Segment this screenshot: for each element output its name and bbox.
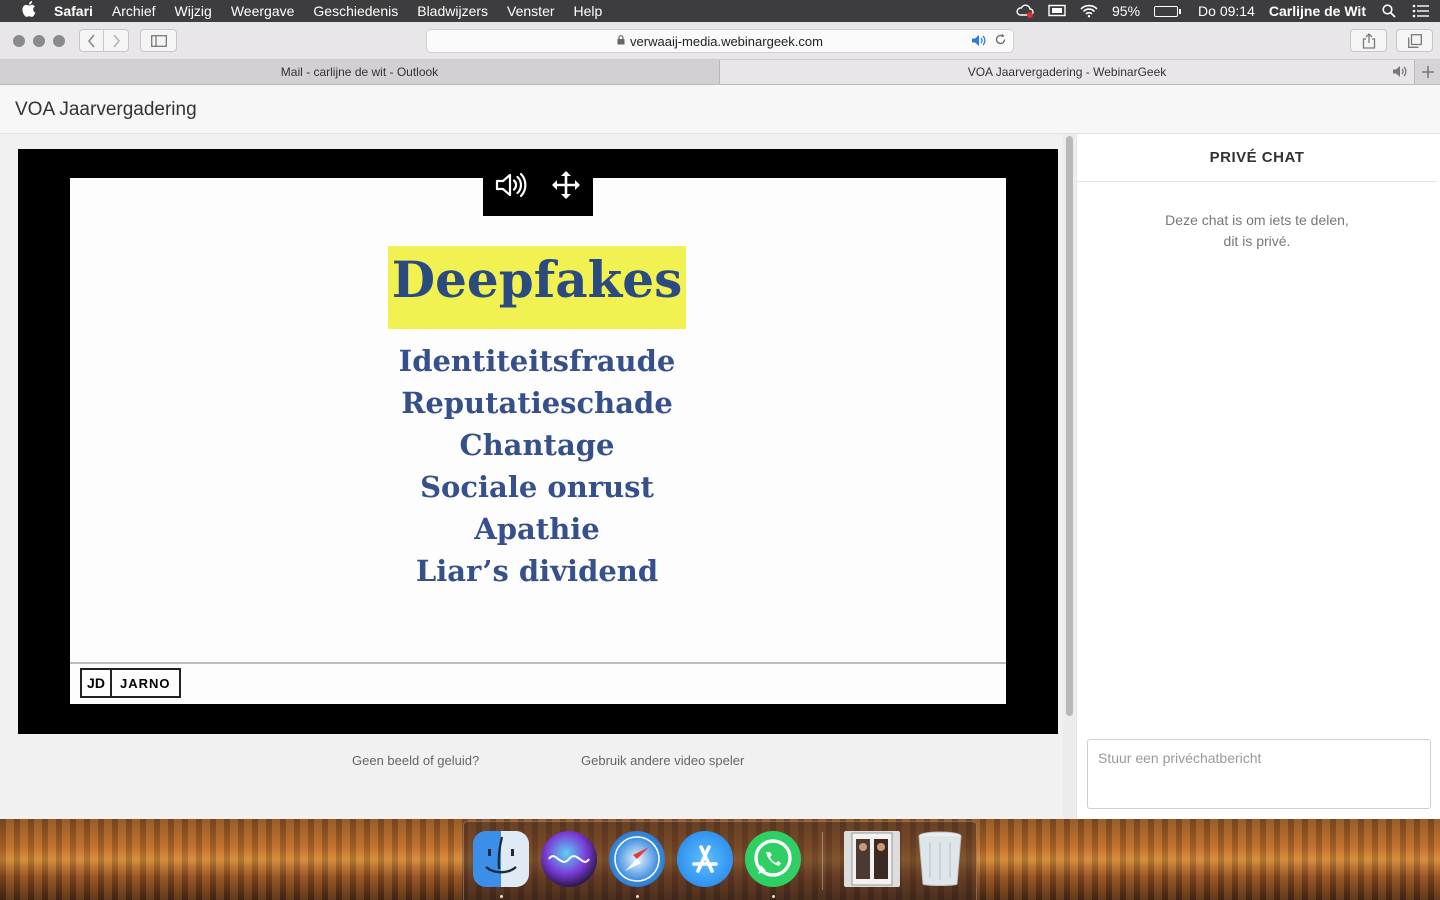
whatsapp-running-indicator — [772, 895, 775, 898]
slide-item: Sociale onrust — [420, 470, 654, 504]
lock-icon — [617, 34, 625, 48]
chat-info-text: Deze chat is om iets te delen, dit is pr… — [1077, 210, 1437, 252]
browser-toolbar: verwaaij-media.webinargeek.com — [0, 22, 1440, 60]
zoom-window-button[interactable] — [53, 35, 65, 47]
close-window-button[interactable] — [13, 35, 25, 47]
chevron-right-icon — [113, 33, 121, 48]
slide-heading: Deepfakes — [391, 250, 683, 309]
address-bar[interactable]: verwaaij-media.webinargeek.com — [426, 29, 1014, 53]
notification-center-icon[interactable] — [1412, 4, 1430, 18]
menu-clock[interactable]: Do 09:14 — [1198, 3, 1255, 19]
menu-app-name[interactable]: Safari — [54, 3, 93, 19]
tab-outlook[interactable]: Mail - carlijne de wit - Outlook — [0, 60, 720, 84]
page-header: VOA Jaarvergadering — [0, 85, 1440, 134]
tabs-icon — [1407, 33, 1422, 48]
minimize-window-button[interactable] — [33, 35, 45, 47]
volume-button[interactable] — [493, 167, 529, 203]
menu-archief[interactable]: Archief — [112, 3, 156, 19]
slide-item: Liar’s dividend — [415, 554, 659, 588]
dock — [463, 821, 977, 900]
logo-monogram: JD — [82, 670, 112, 696]
private-chat-panel: PRIVÉ CHAT Deze chat is om iets te delen… — [1076, 134, 1440, 819]
chat-title: PRIVÉ CHAT — [1077, 134, 1437, 182]
page-title: VOA Jaarvergadering — [15, 99, 197, 120]
tab-label: Mail - carlijne de wit - Outlook — [280, 65, 439, 79]
speaker-icon — [495, 172, 526, 197]
move-player-button[interactable] — [548, 167, 584, 203]
wifi-icon[interactable] — [1080, 4, 1098, 18]
back-button[interactable] — [79, 29, 104, 52]
audio-playing-icon[interactable] — [971, 34, 987, 50]
whatsapp-icon[interactable] — [745, 831, 801, 887]
photo-stack-icon[interactable] — [844, 831, 900, 887]
battery-icon[interactable] — [1154, 5, 1182, 17]
page-scrollbar[interactable] — [1063, 134, 1075, 819]
creative-cloud-icon[interactable] — [1016, 4, 1034, 18]
menu-geschiedenis[interactable]: Geschiedenis — [313, 3, 398, 19]
player-controls — [483, 149, 593, 216]
presenter-logo: JD JARNO — [80, 668, 181, 698]
siri-icon[interactable] — [541, 831, 597, 887]
finder-icon[interactable] — [473, 831, 529, 887]
new-tab-button[interactable] — [1414, 60, 1440, 84]
reload-icon[interactable] — [994, 33, 1007, 49]
menu-wijzig[interactable]: Wijzig — [175, 3, 212, 19]
dock-separator — [822, 832, 823, 890]
presentation-slide: Deepfakes Identiteitsfraude Reputatiesch… — [70, 178, 1006, 704]
logo-text: JARNO — [120, 675, 171, 691]
share-icon — [1362, 32, 1375, 49]
webinar-page: VOA Jaarvergadering Deepfakes Identiteit… — [0, 85, 1440, 819]
menu-bar: Safari Archief Wijzig Weergave Geschiede… — [0, 0, 1440, 22]
scrollbar-thumb[interactable] — [1066, 136, 1073, 716]
slide-items: Identiteitsfraude Reputatieschade Chanta… — [388, 340, 686, 592]
apple-menu-icon[interactable] — [18, 1, 40, 21]
forward-button[interactable] — [104, 29, 129, 52]
move-arrows-icon — [551, 170, 580, 199]
trash-icon[interactable] — [912, 831, 968, 887]
airplay-display-icon[interactable] — [1048, 4, 1066, 18]
menu-user-name[interactable]: Carlijne de Wit — [1269, 3, 1366, 19]
safari-running-indicator — [636, 895, 639, 898]
tab-audio-icon[interactable] — [1392, 65, 1408, 81]
menu-help[interactable]: Help — [574, 3, 603, 19]
video-player[interactable]: Deepfakes Identiteitsfraude Reputatiesch… — [18, 149, 1058, 734]
chevron-left-icon — [87, 33, 95, 48]
chat-info-line: dit is privé. — [1223, 233, 1291, 249]
slide-item: Chantage — [459, 428, 615, 462]
safari-window: verwaaij-media.webinargeek.com Mail - ca… — [0, 22, 1440, 819]
spotlight-search-icon[interactable] — [1380, 4, 1398, 18]
menu-bar-status-area: 95% Do 09:14 Carlijne de Wit — [1016, 0, 1430, 22]
finder-running-indicator — [500, 895, 503, 898]
alternate-player-link[interactable]: Gebruik andere video speler — [581, 753, 744, 768]
no-picture-link[interactable]: Geen beeld of geluid? — [352, 753, 479, 768]
tab-bar: Mail - carlijne de wit - Outlook VOA Jaa… — [0, 60, 1440, 85]
sidebar-toggle-button[interactable] — [140, 29, 177, 52]
chat-info-line: Deze chat is om iets te delen, — [1165, 212, 1349, 228]
address-url: verwaaij-media.webinargeek.com — [630, 33, 823, 49]
slide-footer-divider — [70, 662, 1006, 664]
plus-icon — [1421, 66, 1434, 78]
battery-percentage[interactable]: 95% — [1112, 3, 1140, 19]
tab-overview-button[interactable] — [1396, 29, 1433, 52]
menu-weergave[interactable]: Weergave — [231, 3, 295, 19]
app-store-icon[interactable] — [677, 831, 733, 887]
slide-item: Identiteitsfraude — [398, 344, 676, 378]
tab-webinargeek[interactable]: VOA Jaarvergadering - WebinarGeek — [720, 60, 1414, 84]
tab-label: VOA Jaarvergadering - WebinarGeek — [967, 65, 1167, 79]
safari-icon[interactable] — [609, 831, 665, 887]
slide-item: Apathie — [474, 512, 600, 546]
slide-item: Reputatieschade — [401, 386, 673, 420]
menu-venster[interactable]: Venster — [507, 3, 554, 19]
chat-message-input[interactable] — [1087, 739, 1431, 809]
sidebar-icon — [150, 34, 167, 47]
share-button[interactable] — [1350, 29, 1387, 52]
menu-bladwijzers[interactable]: Bladwijzers — [417, 3, 488, 19]
